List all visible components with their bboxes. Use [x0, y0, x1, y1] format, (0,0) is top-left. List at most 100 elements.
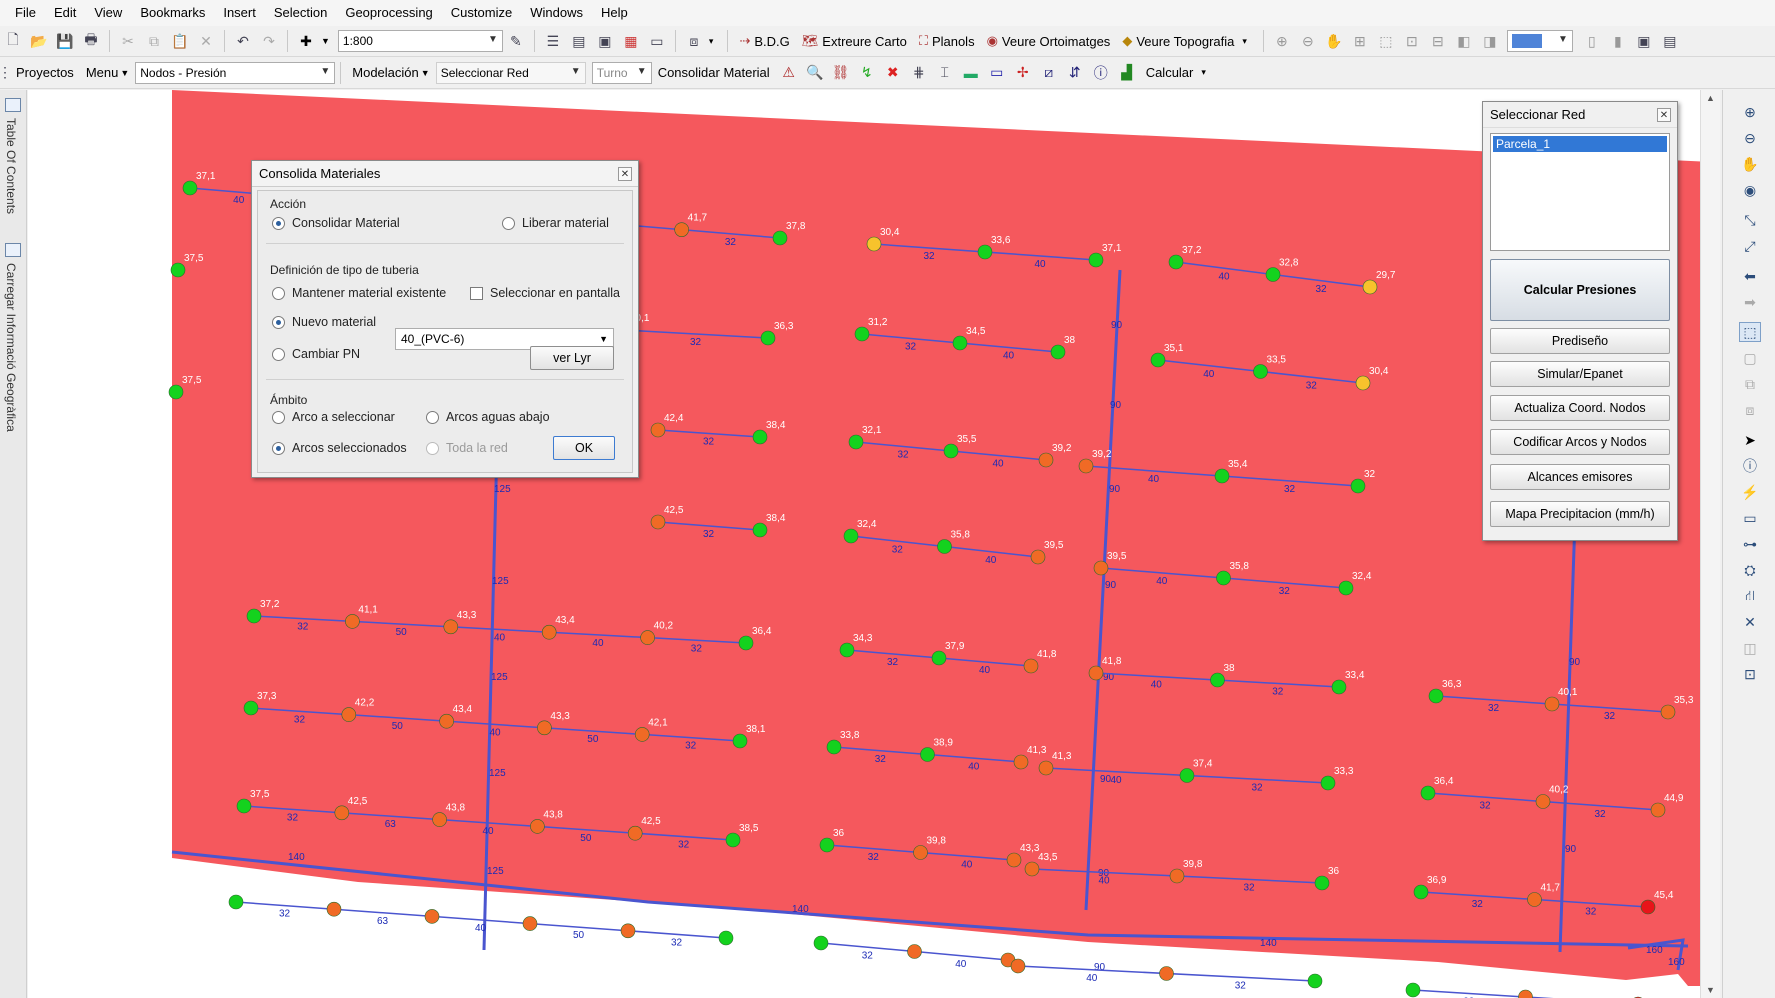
emitter-node[interactable]	[1088, 665, 1104, 681]
emitter-node[interactable]	[1006, 852, 1022, 868]
prediseno-button[interactable]: Prediseño	[1490, 328, 1670, 354]
emitter-node[interactable]	[182, 180, 198, 196]
emitter-node[interactable]	[1307, 973, 1323, 989]
model-builder-icon[interactable]: ⧈	[683, 30, 705, 52]
emitter-node[interactable]	[168, 384, 184, 400]
zoom-percent-combo[interactable]: ▼	[1506, 30, 1573, 52]
emitter-node[interactable]	[1527, 892, 1542, 907]
actualiza-coord-nodos-button[interactable]: Actualiza Coord. Nodos	[1490, 395, 1670, 421]
zoom-out-fixed-icon[interactable]: ⊖	[1297, 30, 1319, 52]
link-planols[interactable]: ⛶ Planols	[913, 33, 981, 49]
menu-customize[interactable]: Customize	[442, 0, 521, 26]
new-document-icon[interactable]: 🗋	[2, 30, 24, 52]
toolbar-more-icon[interactable]: ▾	[1242, 36, 1247, 47]
emitter-node[interactable]	[1093, 560, 1109, 576]
emitter-node[interactable]	[640, 630, 655, 645]
emitter-node[interactable]	[443, 619, 459, 635]
chart-icon[interactable]: ▟	[1116, 62, 1138, 84]
consolidar-material-radio[interactable]: Consolidar Material	[272, 216, 400, 230]
calcular-button[interactable]: Calcular	[1140, 65, 1200, 80]
back-extent-icon[interactable]: ⬅	[1739, 266, 1761, 286]
emitter-node[interactable]	[1038, 452, 1054, 468]
emitter-node[interactable]	[1078, 458, 1094, 474]
menu-dropdown[interactable]: Menu ▼	[80, 65, 135, 80]
seleccionar-pantalla-checkbox[interactable]: Seleccionar en pantalla	[470, 286, 620, 300]
calcular-presiones-button[interactable]: Calcular Presiones	[1490, 259, 1670, 321]
toolbar-more-icon[interactable]: ▾	[709, 36, 714, 47]
scroll-down-icon[interactable]: ▼	[1706, 985, 1715, 995]
emitter-node[interactable]	[1038, 760, 1054, 776]
emitter-node[interactable]	[1660, 704, 1676, 720]
emitter-node[interactable]	[854, 326, 870, 342]
create-viewer-icon[interactable]: ⊡	[1739, 664, 1761, 684]
emitter-node[interactable]	[634, 727, 650, 742]
map-scale-combo[interactable]: 1:800 ▼	[337, 30, 503, 52]
ver-lyr-button[interactable]: ver Lyr	[530, 346, 614, 370]
pan-icon[interactable]: ✋	[1323, 30, 1345, 52]
find-route-icon[interactable]: ⛙	[1739, 586, 1761, 606]
forward-extent-icon[interactable]: ➡	[1739, 292, 1761, 312]
menu-windows[interactable]: Windows	[521, 0, 592, 26]
zoom-in-fixed-icon[interactable]: ⊕	[1271, 30, 1293, 52]
copy-icon[interactable]: ⧉	[143, 30, 165, 52]
emitter-node[interactable]	[326, 901, 342, 917]
select-features-icon[interactable]: ⬚	[1375, 30, 1397, 52]
ok-button[interactable]: OK	[553, 436, 615, 460]
html-popup-icon[interactable]: ▭	[1739, 508, 1761, 528]
menu-insert[interactable]: Insert	[214, 0, 265, 26]
open-folder-icon[interactable]: 📂	[28, 30, 50, 52]
redo-icon[interactable]: ↷	[258, 30, 280, 52]
emitter-node[interactable]	[718, 930, 734, 946]
full-extent-globe-icon[interactable]: ◉	[1739, 180, 1761, 200]
emitter-node[interactable]	[243, 700, 259, 716]
link-extreure-carto[interactable]: 🗺 Extreure Carto	[796, 33, 913, 49]
measure-icon[interactable]: ⊶	[1739, 534, 1761, 554]
editor-icon[interactable]: ✎	[505, 30, 527, 52]
emitter-node[interactable]	[819, 837, 835, 853]
emitter-node[interactable]	[1010, 958, 1026, 974]
emitter-node[interactable]	[738, 635, 754, 651]
fixed-zoom-in-icon[interactable]: ⤡	[1739, 210, 1761, 230]
menu-selection[interactable]: Selection	[265, 0, 336, 26]
emitter-node[interactable]	[236, 798, 252, 814]
grid-tool-icon[interactable]: ✢	[1012, 62, 1034, 84]
emitter-node[interactable]	[937, 539, 952, 554]
emitter-node[interactable]	[1050, 344, 1066, 360]
emitter-node[interactable]	[848, 434, 864, 450]
emitter-node[interactable]	[843, 528, 859, 544]
mantener-material-radio[interactable]: Mantener material existente	[272, 286, 446, 300]
identify-icon[interactable]: ⓘ	[1739, 456, 1761, 476]
emitter-node[interactable]	[1023, 658, 1039, 674]
emitter-node[interactable]	[432, 812, 447, 827]
emitter-node[interactable]	[334, 805, 350, 821]
emitter-node[interactable]	[772, 230, 788, 246]
menu-file[interactable]: File	[6, 0, 45, 26]
menu-geoprocessing[interactable]: Geoprocessing	[336, 0, 441, 26]
emitter-node[interactable]	[522, 916, 538, 931]
emitter-icon[interactable]: ▬	[960, 62, 982, 84]
emitter-node[interactable]	[674, 222, 689, 237]
emitter-node[interactable]	[1650, 802, 1666, 818]
split-pipe-icon[interactable]: ⋕	[908, 62, 930, 84]
emitter-node[interactable]	[620, 923, 636, 939]
emitter-node[interactable]	[627, 825, 643, 841]
save-icon[interactable]: 💾	[54, 30, 76, 52]
select-elements-icon[interactable]: ⧉	[1739, 374, 1761, 394]
catalog-icon[interactable]: ▤	[568, 30, 590, 52]
scroll-up-icon[interactable]: ▲	[1706, 93, 1715, 103]
emitter-node[interactable]	[1150, 352, 1166, 368]
time-slider-icon[interactable]: ◫	[1739, 638, 1761, 658]
cut-icon[interactable]: ✂	[117, 30, 139, 52]
seleccionar-red-combo[interactable]: Seleccionar Red ▼	[435, 61, 586, 84]
emitter-node[interactable]	[1428, 688, 1444, 704]
info-node-icon[interactable]: ⓘ	[1090, 62, 1112, 84]
emitter-node[interactable]	[920, 747, 935, 762]
emitter-node[interactable]	[952, 335, 968, 351]
emitter-node[interactable]	[1413, 884, 1429, 900]
alcances-emisores-button[interactable]: Alcances emisores	[1490, 464, 1670, 490]
full-extent-icon[interactable]: ⊞	[1349, 30, 1371, 52]
table-of-contents-tab-icon[interactable]	[5, 98, 21, 112]
previous-extent-icon[interactable]: ◧	[1453, 30, 1475, 52]
emitter-node[interactable]	[1179, 768, 1195, 783]
layout-toggle-icon[interactable]: ▯	[1581, 30, 1603, 52]
